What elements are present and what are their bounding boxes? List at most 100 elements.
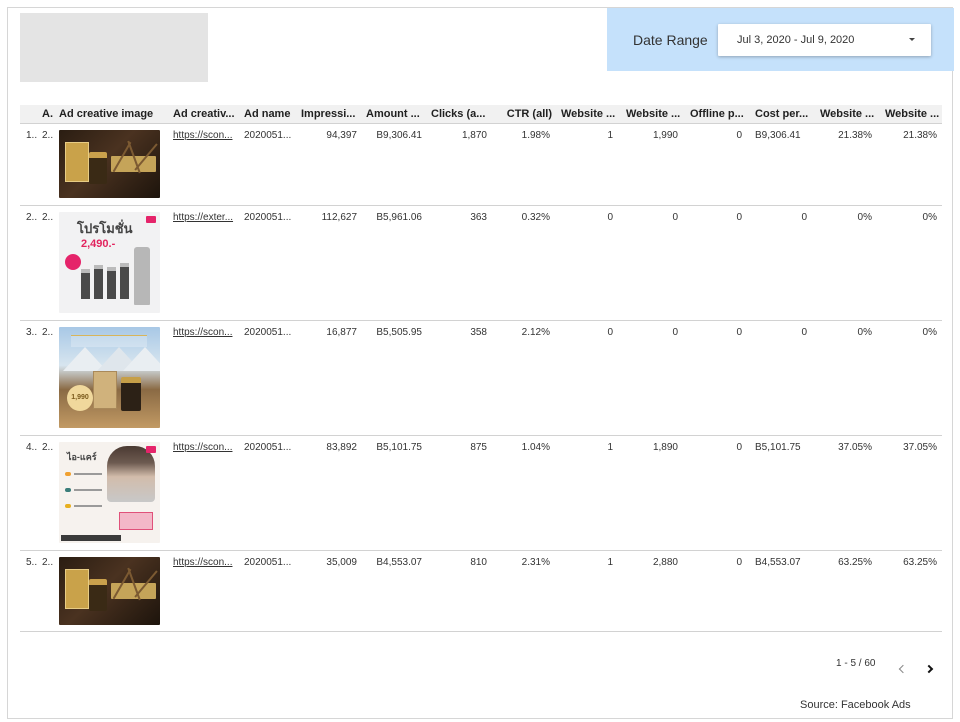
website-cell: 1,990: [652, 130, 678, 141]
column-header[interactable]: Cost per...: [755, 105, 811, 124]
date-range-panel: Date Range Jul 3, 2020 - Jul 9, 2020: [607, 8, 954, 71]
ad-creative-image: โปรโมชั่น 2,490.-: [59, 212, 160, 313]
website-cell: 0%: [922, 327, 937, 338]
data-source-label: Source: Facebook Ads: [800, 699, 911, 711]
website-cell: 37.05%: [838, 442, 872, 453]
clicks-cell: 1,870: [461, 130, 487, 141]
impressions-cell: 83,892: [326, 442, 357, 453]
offline-cell: 0: [736, 130, 742, 141]
row-index: 4..: [26, 442, 38, 453]
clicks-cell: 363: [470, 212, 487, 223]
column-header[interactable]: CTR (all): [496, 105, 552, 124]
offline-cell: 0: [736, 557, 742, 568]
ad-creative-image: ไอ-แคร์: [59, 442, 160, 543]
column-header[interactable]: Website ...: [820, 105, 876, 124]
website-cell: 63.25%: [903, 557, 937, 568]
previous-page-button[interactable]: [896, 664, 908, 676]
column-header[interactable]: Website ...: [561, 105, 617, 124]
chevron-right-icon: [924, 664, 934, 674]
website-cell: 0: [607, 327, 613, 338]
logo-placeholder: [20, 13, 208, 82]
column-header[interactable]: Ad creative image: [59, 105, 169, 124]
amount-cell: B5,101.75: [376, 442, 422, 453]
website-cell: 0: [607, 212, 613, 223]
row-a-cell: 2..: [42, 557, 54, 568]
caret-down-icon: [909, 38, 915, 41]
column-header[interactable]: Website ...: [626, 105, 682, 124]
row-index: 2..: [26, 212, 38, 223]
table-row[interactable]: 2.. 2.. โปรโมชั่น 2,490.- https://exter.…: [20, 206, 942, 321]
ad-creative-link[interactable]: https://scon...: [173, 327, 237, 338]
table-row[interactable]: 1.. 2.. https://scon... 2020051... 94,39…: [20, 124, 942, 206]
ad-creative-link[interactable]: https://exter...: [173, 212, 237, 223]
column-header[interactable]: Impressi...: [301, 105, 357, 124]
next-page-button[interactable]: [924, 664, 937, 676]
amount-cell: B5,961.06: [376, 212, 422, 223]
amount-cell: B5,505.95: [376, 327, 422, 338]
ad-name-cell: 2020051...: [244, 442, 292, 453]
ad-creative-image: [59, 130, 160, 198]
ctr-cell: 1.98%: [521, 130, 550, 141]
column-header[interactable]: A.: [42, 105, 54, 124]
ad-name-cell: 2020051...: [244, 212, 292, 223]
cost-cell: 0: [801, 212, 807, 223]
column-header[interactable]: Ad name: [244, 105, 294, 124]
ad-name-cell: 2020051...: [244, 327, 292, 338]
ctr-cell: 2.12%: [521, 327, 550, 338]
offline-cell: 0: [736, 212, 742, 223]
website-cell: 1: [607, 442, 613, 453]
website-cell: 1,890: [652, 442, 678, 453]
table-row[interactable]: 3.. 2.. 1,990 https://scon... 2020051...…: [20, 321, 942, 436]
table-header: A. Ad creative image Ad creativ... Ad na…: [20, 105, 942, 124]
website-cell: 2,880: [652, 557, 678, 568]
impressions-cell: 94,397: [326, 130, 357, 141]
care-brand: ไอ-แคร์: [67, 452, 97, 462]
website-cell: 37.05%: [903, 442, 937, 453]
amount-cell: B4,553.07: [376, 557, 422, 568]
ctr-cell: 0.32%: [521, 212, 550, 223]
row-index: 1..: [26, 130, 38, 141]
column-header[interactable]: Clicks (a...: [431, 105, 487, 124]
promo-title: โปรโมชั่น: [77, 221, 133, 236]
ad-creative-image: 1,990: [59, 327, 160, 428]
column-header[interactable]: Offline p...: [690, 105, 746, 124]
website-cell: 0%: [857, 212, 872, 223]
column-header[interactable]: Ad creativ...: [173, 105, 237, 124]
amount-cell: B9,306.41: [376, 130, 422, 141]
table-row[interactable]: 4.. 2.. ไอ-แคร์ https://scon... 2020051.…: [20, 436, 942, 551]
land-price: 1,990: [67, 385, 93, 411]
impressions-cell: 35,009: [326, 557, 357, 568]
website-cell: 0%: [857, 327, 872, 338]
cost-cell: B4,553.07: [755, 557, 801, 568]
date-range-label: Date Range: [633, 32, 708, 48]
date-range-value: Jul 3, 2020 - Jul 9, 2020: [737, 34, 855, 46]
column-header[interactable]: Website ...: [885, 105, 941, 124]
clicks-cell: 810: [470, 557, 487, 568]
clicks-cell: 358: [470, 327, 487, 338]
pagination-range: 1 - 5 / 60: [836, 658, 876, 669]
ctr-cell: 1.04%: [521, 442, 550, 453]
website-cell: 0: [672, 327, 678, 338]
table-row[interactable]: 5.. 2.. https://scon... 2020051... 35,00…: [20, 551, 942, 632]
website-cell: 21.38%: [838, 130, 872, 141]
impressions-cell: 112,627: [321, 212, 357, 223]
website-cell: 21.38%: [903, 130, 937, 141]
row-a-cell: 2..: [42, 327, 54, 338]
row-index: 3..: [26, 327, 38, 338]
chevron-left-icon: [898, 664, 908, 674]
ad-creative-link[interactable]: https://scon...: [173, 130, 237, 141]
ad-creative-link[interactable]: https://scon...: [173, 557, 237, 568]
row-a-cell: 2..: [42, 130, 54, 141]
ad-creative-image: [59, 557, 160, 625]
row-a-cell: 2..: [42, 442, 54, 453]
ad-creative-link[interactable]: https://scon...: [173, 442, 237, 453]
ctr-cell: 2.31%: [521, 557, 550, 568]
website-cell: 0%: [922, 212, 937, 223]
cost-cell: B5,101.75: [755, 442, 801, 453]
offline-cell: 0: [736, 442, 742, 453]
website-cell: 1: [607, 130, 613, 141]
column-header[interactable]: Amount ...: [366, 105, 422, 124]
ad-name-cell: 2020051...: [244, 130, 292, 141]
date-range-dropdown[interactable]: Jul 3, 2020 - Jul 9, 2020: [718, 24, 931, 56]
ad-name-cell: 2020051...: [244, 557, 292, 568]
